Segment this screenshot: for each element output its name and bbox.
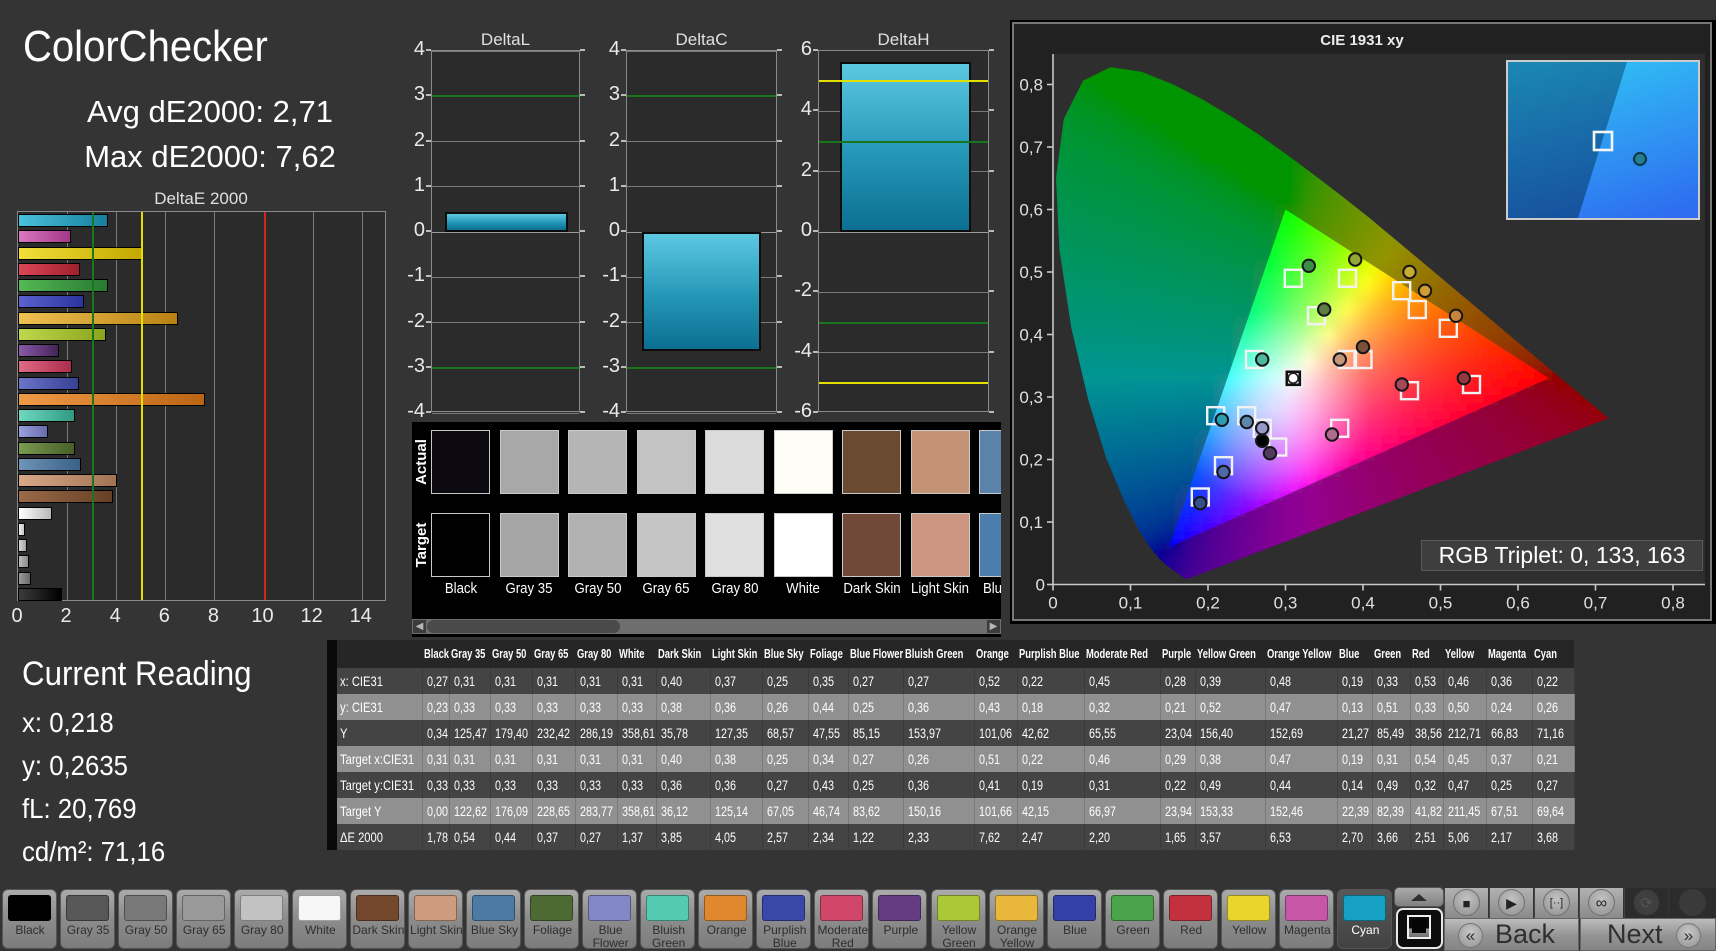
svg-text:0,4: 0,4 [1351,594,1375,613]
svg-text:0,5: 0,5 [1019,263,1043,282]
svg-text:0,3: 0,3 [1274,594,1298,613]
svg-text:0: 0 [1048,594,1057,613]
svg-text:0,6: 0,6 [1506,594,1530,613]
svg-text:0,7: 0,7 [1584,594,1608,613]
svg-text:0,2: 0,2 [1019,451,1043,470]
svg-text:0,1: 0,1 [1119,594,1143,613]
svg-text:0,3: 0,3 [1019,388,1043,407]
svg-text:0,8: 0,8 [1019,76,1043,95]
svg-text:0,6: 0,6 [1019,201,1043,220]
svg-text:0,2: 0,2 [1196,594,1220,613]
svg-text:0,5: 0,5 [1429,594,1453,613]
svg-text:0: 0 [1036,576,1045,595]
svg-text:0,8: 0,8 [1661,594,1685,613]
svg-text:0,1: 0,1 [1019,513,1043,532]
svg-text:0,4: 0,4 [1019,326,1043,345]
svg-text:0,7: 0,7 [1019,138,1043,157]
